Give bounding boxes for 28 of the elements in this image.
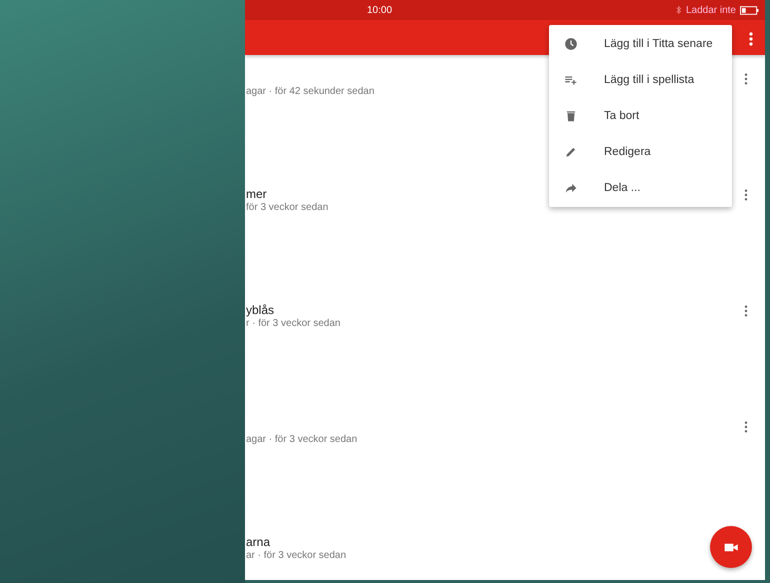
video-info: för 3 veckor sedan (246, 202, 328, 213)
video-info: r · för 3 veckor sedan (246, 318, 340, 329)
video-info: ar · för 3 veckor sedan (246, 550, 346, 561)
video-title[interactable]: yblås (246, 303, 340, 318)
battery-icon (740, 6, 759, 14)
menu-item[interactable]: Redigera (549, 134, 732, 170)
video-info: agar · för 3 veckor sedan (246, 434, 358, 445)
status-time: 10:00 (367, 4, 392, 16)
more-icon[interactable] (744, 421, 748, 433)
pencil-icon (564, 145, 578, 159)
video-title[interactable]: arna (246, 535, 346, 550)
more-icon[interactable] (744, 305, 748, 317)
bluetooth-icon (676, 5, 682, 15)
share-icon (564, 181, 578, 195)
menu-item[interactable]: Lägg till i Titta senare (549, 26, 732, 62)
trash-icon (564, 109, 578, 123)
menu-item[interactable]: Dela ... (549, 170, 732, 206)
video-title[interactable]: mer (246, 187, 328, 202)
menu-item[interactable]: Ta bort (549, 98, 732, 134)
more-icon[interactable] (744, 189, 748, 201)
record-video-button[interactable] (710, 526, 752, 568)
video-info: agar · för 42 sekunder sedan (246, 86, 374, 97)
charging-status: Laddar inte (686, 4, 736, 16)
more-icon[interactable] (744, 73, 748, 85)
clock-icon (564, 37, 578, 51)
menu-item[interactable]: Lägg till i spellista (549, 62, 732, 98)
more-icon[interactable] (749, 32, 753, 46)
video-camera-icon (724, 542, 738, 552)
